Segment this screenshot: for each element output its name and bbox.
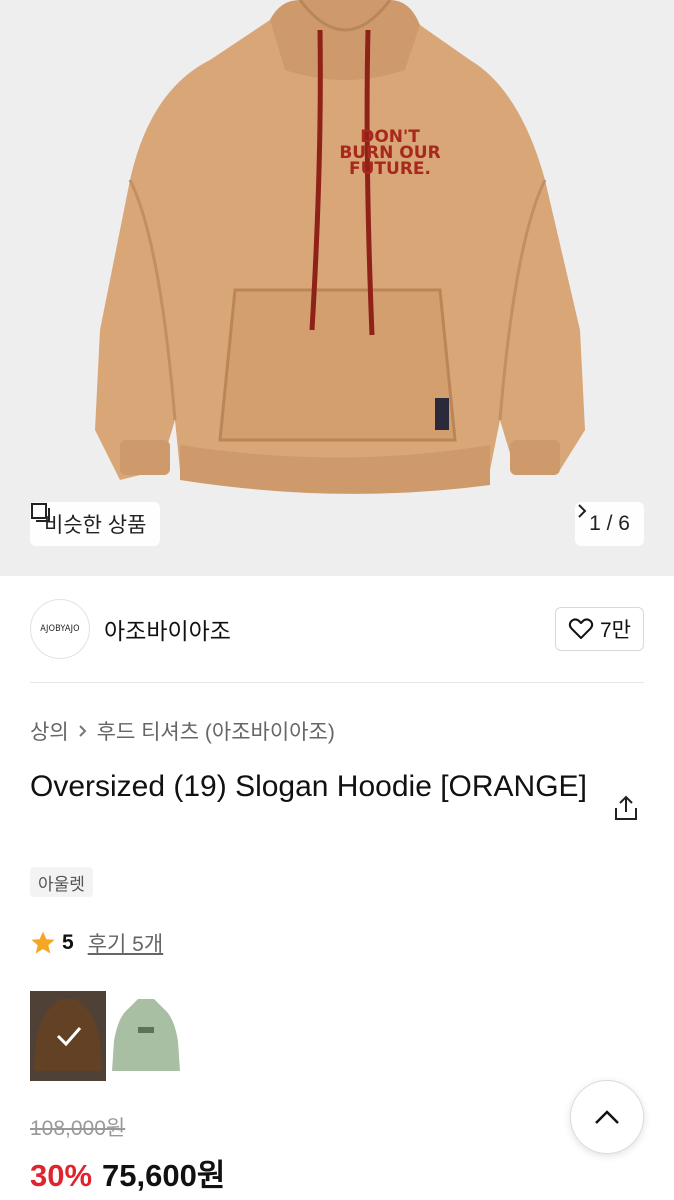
- swatch-green-image: [108, 991, 184, 1081]
- brand-logo[interactable]: AJOBYAJO: [30, 599, 90, 659]
- swatch-green[interactable]: [108, 991, 184, 1081]
- swatch-brown-image: [30, 991, 106, 1081]
- pager-text: 1 / 6: [589, 512, 630, 535]
- swatch-brown[interactable]: [30, 991, 106, 1081]
- sale-price-row: 30% 75,600원: [30, 1150, 225, 1195]
- share-icon[interactable]: [612, 794, 640, 822]
- brand-logo-text: AJOBYAJO: [40, 624, 80, 634]
- star-icon: [31, 931, 55, 954]
- breadcrumb-subcategory[interactable]: 후드 티셔츠 (아조바이아조): [97, 716, 335, 746]
- similar-products-button[interactable]: 비슷한 상품: [30, 502, 161, 546]
- similar-products-label: 비슷한 상품: [44, 514, 147, 537]
- discount-rate: 30%: [30, 1158, 93, 1193]
- chevron-right-icon: [78, 725, 87, 737]
- brand-row[interactable]: AJOBYAJO 아조바이아조 7만: [30, 598, 644, 660]
- product-image: DON'T BURN OUR FUTURE.: [0, 0, 674, 576]
- divider: [30, 682, 644, 683]
- image-pager[interactable]: 1 / 6: [575, 502, 644, 546]
- similar-items-icon: [31, 503, 50, 522]
- outlet-tag: 아울렛: [30, 867, 93, 897]
- rating-row: 5 후기 5개: [30, 928, 163, 958]
- reviews-link[interactable]: 후기 5개: [88, 928, 163, 958]
- product-image-gallery[interactable]: DON'T BURN OUR FUTURE. 비슷한 상품 1 / 6: [0, 0, 674, 576]
- print-line-3: FUTURE.: [349, 159, 431, 179]
- chevron-right-icon: [578, 504, 587, 518]
- breadcrumb: 상의 후드 티셔츠 (아조바이아조): [30, 716, 335, 746]
- brand-name[interactable]: 아조바이아조: [104, 612, 231, 646]
- like-button[interactable]: 7만: [555, 607, 644, 651]
- product-title: Oversized (19) Slogan Hoodie [ORANGE]: [30, 770, 587, 803]
- sale-price: 75,600원: [102, 1158, 226, 1193]
- scroll-top-button[interactable]: [570, 1080, 644, 1154]
- color-swatches: [30, 991, 184, 1081]
- like-count: 7만: [600, 619, 631, 642]
- breadcrumb-category[interactable]: 상의: [30, 716, 69, 746]
- heart-icon: [568, 618, 594, 639]
- rating-score: 5: [62, 931, 74, 954]
- chevron-up-icon: [595, 1110, 619, 1124]
- original-price: 108,000원: [30, 1117, 126, 1140]
